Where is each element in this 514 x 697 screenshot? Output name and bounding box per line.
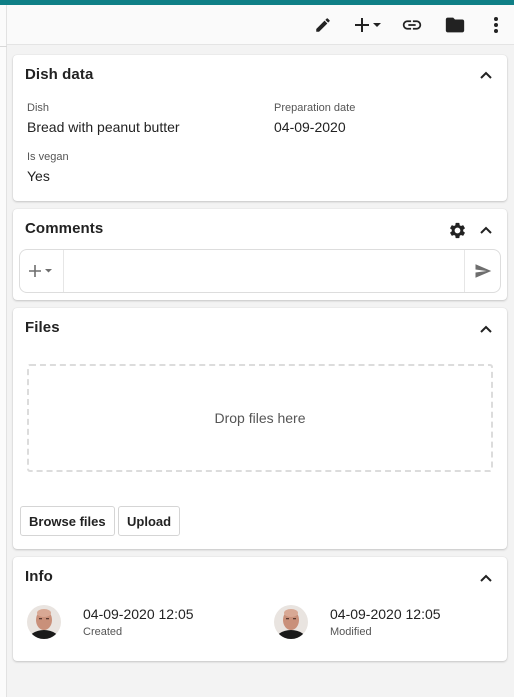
field-value-dish: Bread with peanut butter [27, 119, 180, 135]
avatar [274, 605, 308, 639]
info-card: Info 04-09-2020 12:05 Created 04-09-2020… [13, 557, 507, 661]
created-label: Created [83, 626, 123, 638]
card-title: Info [25, 568, 53, 585]
card-title: Dish data [25, 66, 94, 83]
divider [0, 46, 7, 47]
comment-input[interactable] [65, 250, 465, 292]
edit-button[interactable] [311, 13, 335, 37]
more-menu-button[interactable] [487, 13, 505, 37]
folder-button[interactable] [443, 13, 467, 37]
card-title: Comments [25, 220, 104, 237]
more-vertical-icon [494, 17, 498, 33]
modified-label: Modified [330, 626, 372, 638]
send-comment-button[interactable] [464, 250, 500, 292]
chevron-up-icon[interactable] [479, 223, 493, 237]
chevron-up-icon[interactable] [479, 322, 493, 336]
comments-card: Comments [13, 209, 507, 300]
pencil-icon [316, 18, 330, 32]
modified-datetime: 04-09-2020 12:05 [330, 606, 441, 622]
add-dropdown-button[interactable] [354, 13, 384, 37]
plus-dropdown-icon [28, 265, 52, 277]
created-datetime: 04-09-2020 12:05 [83, 606, 194, 622]
gear-icon[interactable] [448, 221, 467, 240]
user-avatar-icon [27, 605, 61, 639]
comment-add-button[interactable] [20, 250, 64, 292]
comment-composer [19, 249, 501, 293]
left-side-panel [0, 5, 7, 697]
field-value-is-vegan: Yes [27, 168, 50, 184]
card-title: Files [25, 319, 60, 336]
link-button[interactable] [400, 13, 424, 37]
file-dropzone[interactable]: Drop files here [27, 364, 493, 472]
field-label-dish: Dish [27, 102, 50, 114]
avatar [27, 605, 61, 639]
files-card: Files Drop files here Browse files Uploa… [13, 308, 507, 549]
upload-button[interactable]: Upload [118, 506, 181, 536]
send-icon [475, 264, 491, 278]
chevron-up-icon[interactable] [479, 571, 493, 585]
field-value-preparation-date: 04-09-2020 [274, 119, 346, 135]
folder-icon [445, 17, 465, 33]
browse-files-button[interactable]: Browse files [20, 506, 115, 536]
plus-dropdown-icon [355, 18, 381, 32]
dish-data-card: Dish data Dish Bread with peanut butter … [13, 55, 507, 201]
user-avatar-icon [274, 605, 308, 639]
chevron-up-icon[interactable] [479, 68, 493, 82]
link-icon [402, 20, 422, 30]
toolbar [7, 5, 514, 45]
field-label-preparation-date: Preparation date [274, 102, 356, 114]
field-label-is-vegan: Is vegan [27, 151, 69, 163]
